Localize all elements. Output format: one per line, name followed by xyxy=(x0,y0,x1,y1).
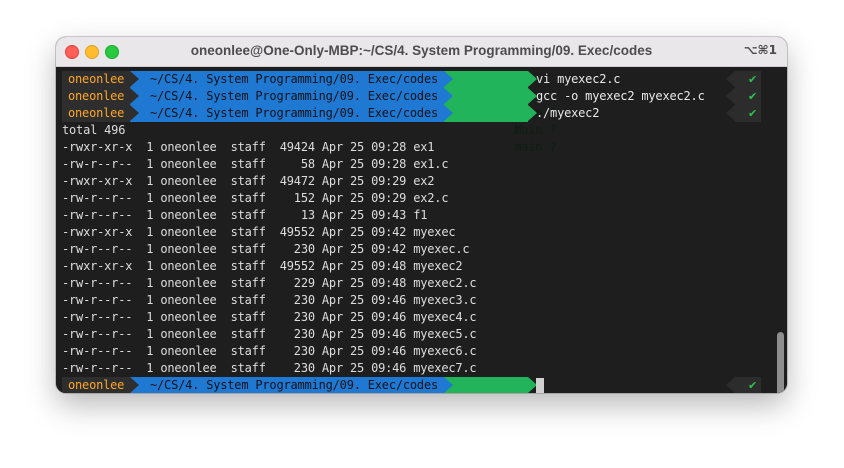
listing-row: -rw-r--r-- 1 oneonlee staff 13 Apr 25 09… xyxy=(62,208,428,222)
terminal-content[interactable]: oneonlee ~/CS/4. System Programming/09. … xyxy=(56,67,787,393)
command-text: ./myexec2 xyxy=(536,106,600,120)
listing-row: -rwxr-xr-x 1 oneonlee staff 49472 Apr 25… xyxy=(62,174,435,188)
prompt-git-status: main ? xyxy=(456,377,528,393)
listing-row: -rw-r--r-- 1 oneonlee staff 230 Apr 25 0… xyxy=(62,361,477,375)
prompt-git-status: main ? xyxy=(456,105,557,154)
listing-row: -rw-r--r-- 1 oneonlee staff 230 Apr 25 0… xyxy=(62,242,470,256)
window-shortcut: ⌥⌘1 xyxy=(743,43,777,57)
listing-row: -rw-r--r-- 1 oneonlee staff 230 Apr 25 0… xyxy=(62,293,477,307)
git-branch-label: main ? xyxy=(514,140,557,154)
output-total: total 496 xyxy=(62,123,126,137)
prompt-path: ~/CS/4. System Programming/09. Exec/code… xyxy=(142,377,444,393)
prompt-path: ~/CS/4. System Programming/09. Exec/code… xyxy=(142,71,444,88)
check-icon: ✔ xyxy=(747,73,757,86)
prompt-line-active: oneonlee ~/CS/4. System Programming/09. … xyxy=(62,377,787,393)
prompt-line: oneonlee ~/CS/4. System Programming/09. … xyxy=(62,71,787,120)
terminal-window: oneonlee@One-Only-MBP:~/CS/4. System Pro… xyxy=(56,37,787,393)
prompt-git-status: main ? xyxy=(456,88,557,137)
title-bar: oneonlee@One-Only-MBP:~/CS/4. System Pro… xyxy=(56,37,787,67)
prompt-git-status: main ? xyxy=(456,71,557,120)
window-title: oneonlee@One-Only-MBP:~/CS/4. System Pro… xyxy=(190,43,653,58)
listing-row: -rwxr-xr-x 1 oneonlee staff 49552 Apr 25… xyxy=(62,259,463,273)
scrollbar-thumb[interactable] xyxy=(777,332,784,393)
prompt-user: oneonlee xyxy=(62,71,130,88)
listing-row: -rwxr-xr-x 1 oneonlee staff 49424 Apr 25… xyxy=(62,140,435,154)
command-text: gcc -o myexec2 myexec2.c xyxy=(536,89,705,103)
check-icon: ✔ xyxy=(747,107,757,120)
check-icon: ✔ xyxy=(747,379,757,392)
listing-row: -rw-r--r-- 1 oneonlee staff 229 Apr 25 0… xyxy=(62,276,477,290)
check-icon: ✔ xyxy=(747,90,757,103)
listing-row: -rwxr-xr-x 1 oneonlee staff 49552 Apr 25… xyxy=(62,225,456,239)
listing-row: -rw-r--r-- 1 oneonlee staff 152 Apr 25 0… xyxy=(62,191,449,205)
prompt-line: oneonlee ~/CS/4. System Programming/09. … xyxy=(62,88,787,137)
listing-row: -rw-r--r-- 1 oneonlee staff 58 Apr 25 09… xyxy=(62,157,449,171)
branch-icon xyxy=(515,124,522,135)
listing-row: -rw-r--r-- 1 oneonlee staff 230 Apr 25 0… xyxy=(62,344,477,358)
prompt-user: oneonlee xyxy=(62,88,130,105)
prompt-user: oneonlee xyxy=(62,377,130,393)
text-cursor[interactable] xyxy=(536,378,544,393)
command-text: vi myexec2.c xyxy=(536,72,621,86)
prompt-path: ~/CS/4. System Programming/09. Exec/code… xyxy=(142,105,444,122)
listing-row: -rw-r--r-- 1 oneonlee staff 230 Apr 25 0… xyxy=(62,327,477,341)
listing-row: -rw-r--r-- 1 oneonlee staff 230 Apr 25 0… xyxy=(62,310,477,324)
prompt-path: ~/CS/4. System Programming/09. Exec/code… xyxy=(142,88,444,105)
prompt-line: oneonlee ~/CS/4. System Programming/09. … xyxy=(62,105,787,154)
prompt-user: oneonlee xyxy=(62,105,130,122)
